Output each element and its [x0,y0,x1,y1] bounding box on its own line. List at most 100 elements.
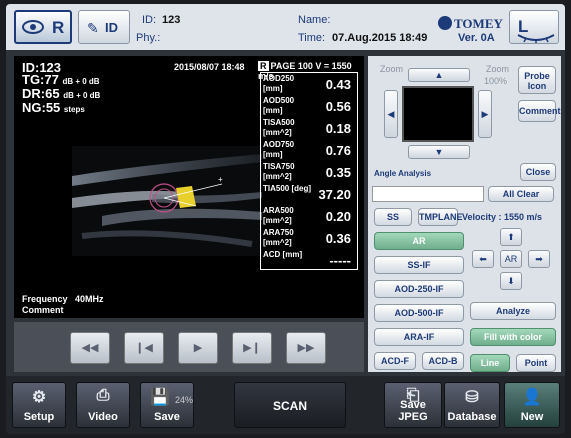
step-forward-button[interactable]: ▶❙ [232,332,272,364]
right-eye-button[interactable]: R [14,10,72,44]
comment-label: Comment [22,305,64,315]
probe-icon-button[interactable]: Probe Icon [518,66,556,94]
pan-left-button[interactable]: ◀ [384,90,398,138]
printer-icon: ⎙ [96,387,110,404]
zoom-label-left: Zoom [380,64,404,74]
analyze-button[interactable]: Analyze [470,302,556,320]
line-button[interactable]: Line [470,354,510,372]
setup-label: Setup [23,411,55,423]
measure-down-button[interactable]: ⬇ [500,272,522,290]
pan-down-button[interactable]: ▼ [408,145,470,159]
tmplane-button[interactable]: TMPLANE [418,208,463,226]
ss-if-button[interactable]: SS-IF [374,256,464,274]
ar-button[interactable]: AR [374,232,464,250]
arrow-left-icon: ⬅ [479,254,487,264]
database-button[interactable]: ⛁ Database [444,382,500,428]
patient-id-button[interactable]: ✎ ID [78,10,130,44]
arrow-right-icon: ➡ [535,254,543,264]
aod-250-if-button[interactable]: AOD-250-IF [374,280,464,298]
database-icon: ⛁ [465,389,479,406]
measurement-label: TIA500 [deg] [263,184,312,193]
time-value: 07.Aug.2015 18:49 [332,32,428,44]
step-back-button[interactable]: ❙◀ [124,332,164,364]
rewind-button[interactable]: ◀◀ [70,332,110,364]
play-icon: ▶ [193,342,203,354]
measurement-value: 37.20 [318,187,351,202]
tg-line: TG:77 [22,72,59,87]
video-button[interactable]: ⎙ Video [76,382,130,428]
measurement-row: ARA750 [mm^2] 0.36 [261,227,357,249]
aod-500-if-button[interactable]: AOD-500-IF [374,304,464,322]
close-button[interactable]: Close [520,163,556,181]
eyelash-icon [517,34,555,43]
arrow-left-icon: ◀ [387,109,395,119]
scan-datetime: 2015/08/07 18:48 [174,62,245,72]
measure-left-button[interactable]: ⬅ [472,250,494,268]
save-jpeg-button[interactable]: ⎗ Save JPEG [384,382,442,428]
database-label: Database [447,411,497,423]
arrow-up-icon: ⬆ [507,232,515,242]
ss-button[interactable]: SS [374,208,412,226]
comment-button[interactable]: Comment [518,100,561,122]
step-forward-icon: ▶❙ [243,342,261,354]
measurement-value: 0.43 [325,77,351,92]
name-label: Name: [298,14,331,26]
acd-f-button[interactable]: ACD-F [374,352,416,370]
measurement-row: TIA500 [deg] 37.20 [261,183,357,205]
page-eye-marker: R [258,61,269,71]
scan-parameters: ID:123 TG:77 dB + 0 dB DR:65 dB + 0 dB N… [22,61,100,116]
measurement-label: ACD [mm] [263,250,303,259]
all-clear-button[interactable]: All Clear [488,186,554,202]
velocity-label: Velocity : 1550 m/s [462,212,543,222]
point-button[interactable]: Point [516,354,556,372]
measurement-value: 0.18 [325,121,351,136]
time-label: Time: [298,32,326,44]
ar-center-button[interactable]: AR [500,250,522,268]
frequency-label: Frequency [22,294,68,304]
brand-logo: TOMEY [454,16,503,31]
measurement-row: AOD500 [mm] 0.56 [261,95,357,117]
measurement-value: 0.35 [325,165,351,180]
new-patient-icon: 👤 [522,389,542,406]
analysis-text-field[interactable] [372,186,484,202]
measurement-label: ARA750 [mm^2] [263,228,294,247]
left-eye-button[interactable]: L [509,10,559,44]
measurement-value: 0.76 [325,143,351,158]
measurement-value: ----- [329,253,351,268]
camera-settings-icon: ⚙ [31,389,47,406]
measure-up-button[interactable]: ⬆ [500,228,522,246]
play-button[interactable]: ▶ [178,332,218,364]
person-icon: ✎ [87,20,99,36]
ara-if-button[interactable]: ARA-IF [374,328,464,346]
angle-analysis-label: Angle Analysis [374,169,432,178]
measurement-row: AOD750 [mm] 0.76 [261,139,357,161]
step-back-icon: ❙◀ [135,342,153,354]
zoom-preview [402,86,474,142]
tg-unit: dB + 0 dB [62,77,100,86]
setup-button[interactable]: ⚙ Setup [12,382,66,428]
measurement-label: ARA500 [mm^2] [263,206,294,225]
video-label: Video [88,411,118,423]
fast-forward-button[interactable]: ▶▶ [286,332,326,364]
svg-text:+: + [218,175,223,184]
right-eye-label: R [52,18,65,37]
fill-with-color-button[interactable]: Fill with color [470,328,556,346]
pan-up-button[interactable]: ▲ [408,68,470,82]
new-button[interactable]: 👤 New [504,382,560,428]
measurement-row: ACD [mm] ----- [261,249,357,271]
ultrasound-scan-image[interactable]: + [72,146,262,256]
acd-b-button[interactable]: ACD-B [422,352,464,370]
measurement-value: 0.56 [325,99,351,114]
pan-right-button[interactable]: ▶ [478,90,492,138]
measure-right-button[interactable]: ➡ [528,250,550,268]
frequency-value: 40MHz [75,294,104,304]
fast-forward-icon: ▶▶ [297,342,315,354]
zoom-label-right: Zoom [486,64,510,74]
save-button[interactable]: 💾 24% Save [140,382,194,428]
measurement-label: TISA500 [mm^2] [263,118,295,137]
playback-controls: ◀◀ ❙◀ ▶ ▶❙ ▶▶ [14,322,364,372]
scan-button[interactable]: SCAN [234,382,346,428]
ultrasound-image-area[interactable]: ID:123 TG:77 dB + 0 dB DR:65 dB + 0 dB N… [14,56,364,318]
dr-line: DR:65 [22,86,60,101]
header-bar: R ✎ ID ID: 123 Phy.: Name: Time: 07.Aug.… [6,4,565,50]
